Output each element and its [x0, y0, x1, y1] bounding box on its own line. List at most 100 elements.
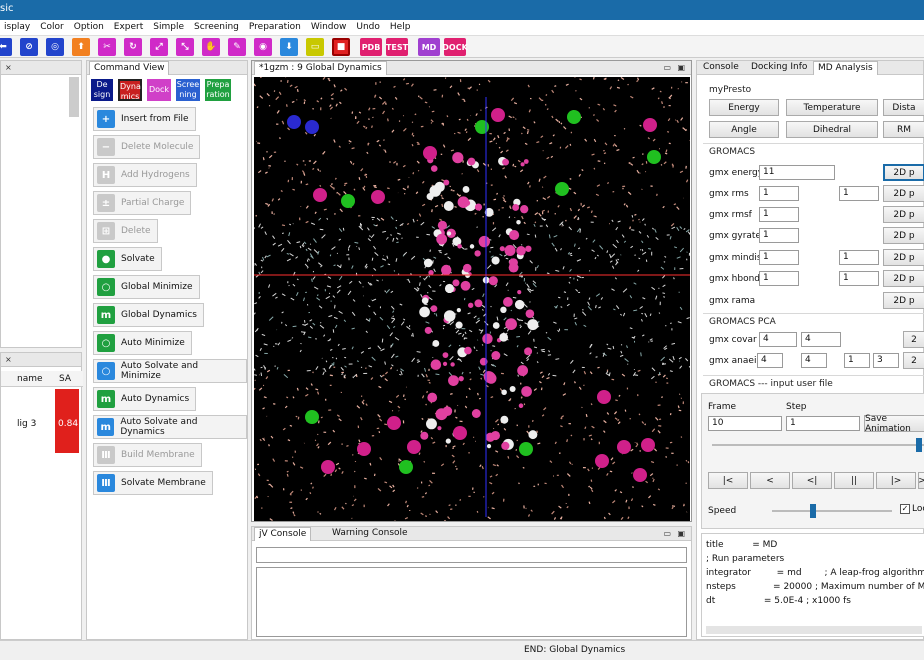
menu-color[interactable]: Color [36, 20, 70, 35]
dihedral-button[interactable]: Dihedral [786, 121, 878, 138]
delete-button[interactable]: ⊞ Delete [93, 219, 158, 243]
mode-preparation[interactable]: Prepa ration [205, 79, 231, 101]
plot-2d-button[interactable]: 2D p [883, 292, 924, 309]
pause-button[interactable]: || [834, 472, 874, 489]
tab-jv-console[interactable]: jV Console [254, 527, 312, 541]
gmx-field-2[interactable]: 1 [839, 186, 879, 201]
gmx-field-2[interactable]: 1 [839, 250, 879, 265]
unbond-icon[interactable]: ⤡ [176, 38, 194, 56]
tab-docking-info[interactable]: Docking Info [747, 61, 811, 75]
tab-md-analysis[interactable]: MD Analysis [813, 61, 878, 75]
eye-icon[interactable]: ◉ [254, 38, 272, 56]
anaeig-field-1[interactable]: 4 [757, 353, 783, 368]
close-icon[interactable]: × [5, 355, 12, 364]
plot-2d-button[interactable]: 2D p [883, 227, 924, 244]
rmsd-button[interactable]: RM [883, 121, 924, 138]
plot-2d-button[interactable]: 2D p [883, 270, 924, 287]
auto-solvate-minimize-button[interactable]: ○ Auto Solvate and Minimize [93, 359, 247, 383]
covar-field-1[interactable]: 4 [759, 332, 797, 347]
step-forward-button[interactable]: |> [876, 472, 916, 489]
md-button[interactable]: MD [418, 38, 440, 56]
tab-command-view[interactable]: Command View [89, 61, 170, 75]
console-input[interactable] [256, 547, 687, 563]
frame-spinner[interactable]: 10 [708, 416, 782, 431]
gmx-field-2[interactable]: 1 [839, 271, 879, 286]
plot-2d-button[interactable]: 2D p [883, 206, 924, 223]
anaeig-plot-button[interactable]: 2 [903, 352, 924, 369]
menu-option[interactable]: Option [70, 20, 110, 35]
mode-dock[interactable]: Dock [147, 79, 171, 101]
mode-dynamics[interactable]: Dyna mics [118, 79, 142, 101]
pen-icon[interactable]: ✎ [228, 38, 246, 56]
monitor-icon[interactable]: ▭ [306, 38, 324, 56]
maximize-icon[interactable]: ▣ [677, 529, 685, 538]
speed-slider-thumb[interactable] [810, 504, 816, 518]
gmx-field-1[interactable]: 1 [759, 186, 799, 201]
download-icon[interactable]: ⬇ [280, 38, 298, 56]
prev-button[interactable]: < [750, 472, 790, 489]
next-button[interactable]: > [918, 472, 924, 489]
bond-icon[interactable]: ⤢ [150, 38, 168, 56]
menu-preparation[interactable]: Preparation [245, 20, 307, 35]
tab-console[interactable]: Console [699, 61, 743, 75]
menu-screening[interactable]: Screening [190, 20, 245, 35]
back-arrow-icon[interactable]: ⬅ [0, 38, 12, 56]
step-spinner[interactable]: 1 [786, 416, 860, 431]
minimize-icon[interactable]: ▭ [663, 63, 671, 72]
global-minimize-button[interactable]: ○ Global Minimize [93, 275, 200, 299]
build-membrane-button[interactable]: Ⅲ Build Membrane [93, 443, 202, 467]
menu-undo[interactable]: Undo [352, 20, 386, 35]
test-button[interactable]: TEST [386, 38, 408, 56]
plot-2d-button[interactable]: 2D p [883, 164, 924, 181]
temperature-button[interactable]: Temperature [786, 99, 878, 116]
covar-plot-button[interactable]: 2 [903, 331, 924, 348]
anaeig-field-2[interactable]: 4 [801, 353, 827, 368]
auto-minimize-button[interactable]: ○ Auto Minimize [93, 331, 192, 355]
speed-slider-track[interactable] [772, 510, 892, 512]
scissor-icon[interactable]: ✂ [98, 38, 116, 56]
auto-solvate-dynamics-button[interactable]: m Auto Solvate and Dynamics [93, 415, 247, 439]
gmx-field-1[interactable]: 1 [759, 250, 799, 265]
add-hydrogens-button[interactable]: H Add Hydrogens [93, 163, 197, 187]
horizontal-scrollbar[interactable] [706, 626, 922, 634]
header-name[interactable]: name [17, 374, 43, 384]
anaeig-field-3[interactable]: 1 [844, 353, 870, 368]
solvate-membrane-button[interactable]: Ⅲ Solvate Membrane [93, 471, 213, 495]
frame-slider-track[interactable] [712, 444, 924, 446]
global-dynamics-button[interactable]: m Global Dynamics [93, 303, 204, 327]
first-frame-button[interactable]: |< [708, 472, 748, 489]
frame-slider-thumb[interactable] [916, 438, 922, 452]
solvate-button[interactable]: ● Solvate [93, 247, 162, 271]
lock-checkbox[interactable]: ✓ [900, 504, 910, 514]
mdp-text[interactable]: title = MD ; Run parameters integrator =… [701, 533, 924, 637]
header-sa[interactable]: SA [59, 374, 71, 384]
minimize-icon[interactable]: ▭ [663, 529, 671, 538]
scrollbar[interactable] [69, 77, 79, 117]
tab-viewer[interactable]: *1gzm : 9 Global Dynamics [254, 61, 387, 75]
delete-molecule-button[interactable]: − Delete Molecule [93, 135, 201, 159]
plot-2d-button[interactable]: 2D p [883, 185, 924, 202]
molecule-canvas[interactable] [254, 77, 690, 521]
tab-warning-console[interactable]: Warning Console [328, 527, 412, 541]
console-output[interactable] [256, 567, 687, 637]
stop-icon[interactable]: ■ [332, 38, 350, 56]
insert-from-file-button[interactable]: + Insert from File [93, 107, 196, 131]
menu-expert[interactable]: Expert [110, 20, 150, 35]
menu-display[interactable]: isplay [0, 20, 36, 35]
anaeig-field-4[interactable]: 3 [873, 353, 899, 368]
dock-button[interactable]: DOCK [442, 38, 468, 56]
gmx-field-1[interactable]: 1 [759, 228, 799, 243]
auto-dynamics-button[interactable]: m Auto Dynamics [93, 387, 197, 411]
refresh-icon[interactable]: ↻ [124, 38, 142, 56]
covar-field-2[interactable]: 4 [801, 332, 841, 347]
mode-design[interactable]: De sign [91, 79, 113, 101]
no-entry-icon[interactable]: ⊘ [20, 38, 38, 56]
partial-charge-button[interactable]: ± Partial Charge [93, 191, 192, 215]
pdb-button[interactable]: PDB [360, 38, 382, 56]
mode-screening[interactable]: Scree ning [176, 79, 200, 101]
gmx-field-1[interactable]: 1 [759, 271, 799, 286]
distance-button[interactable]: Dista [883, 99, 924, 116]
angle-button[interactable]: Angle [709, 121, 779, 138]
menu-simple[interactable]: Simple [149, 20, 190, 35]
menu-window[interactable]: Window [307, 20, 353, 35]
